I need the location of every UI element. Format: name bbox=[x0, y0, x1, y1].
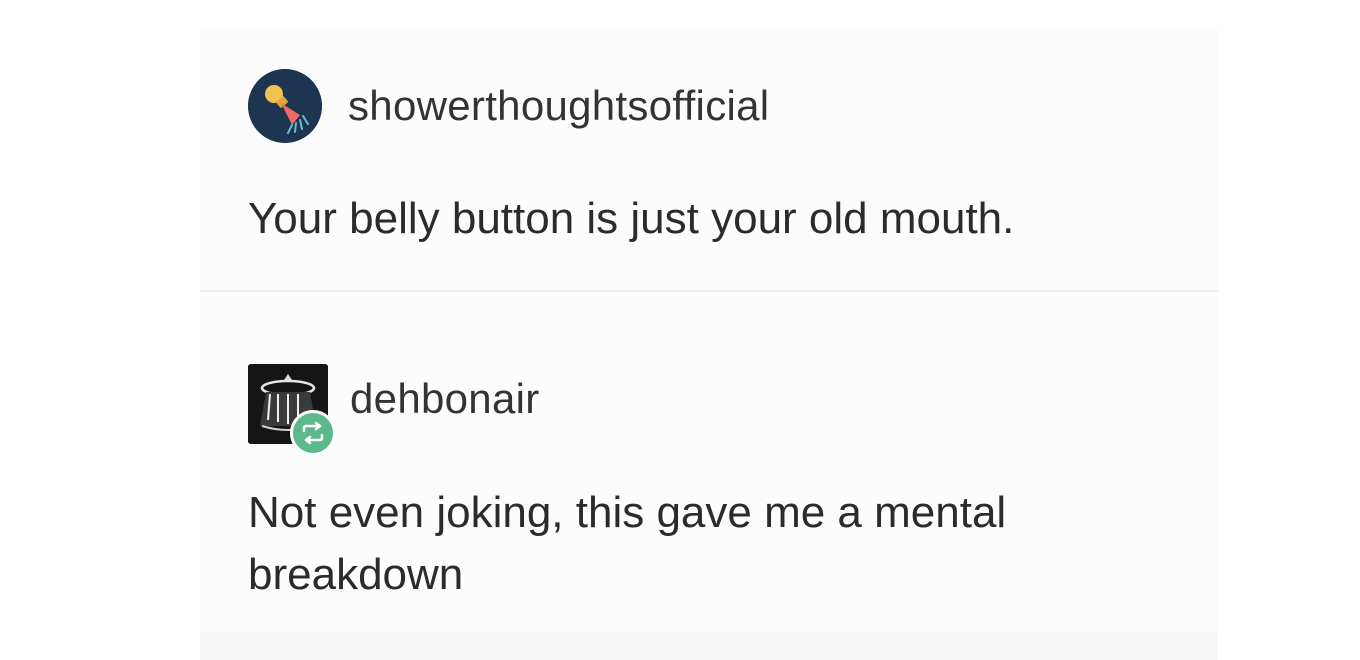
post-body-text: Not even joking, this gave me a mental b… bbox=[248, 488, 1007, 599]
post-header: dehbonair bbox=[248, 364, 540, 456]
post-username[interactable]: dehbonair bbox=[350, 378, 540, 420]
post-body-text: Your belly button is just your old mouth… bbox=[248, 194, 1015, 243]
page: showerthoughtsofficial Your belly button… bbox=[0, 0, 1360, 660]
post-username[interactable]: showerthoughtsofficial bbox=[348, 85, 769, 127]
post-dehbonair: dehbonair Not even joking, this gave me … bbox=[200, 292, 1218, 632]
post-thread: showerthoughtsofficial Your belly button… bbox=[200, 28, 1218, 660]
reblog-badge bbox=[290, 410, 336, 456]
avatar[interactable] bbox=[248, 364, 336, 456]
reblog-icon bbox=[302, 422, 324, 444]
post-header: showerthoughtsofficial bbox=[248, 69, 769, 143]
next-post-edge bbox=[200, 632, 1218, 660]
post-showerthoughtsofficial: showerthoughtsofficial Your belly button… bbox=[200, 28, 1218, 290]
avatar[interactable] bbox=[248, 69, 322, 143]
lightbulb-shower-icon bbox=[248, 69, 322, 143]
